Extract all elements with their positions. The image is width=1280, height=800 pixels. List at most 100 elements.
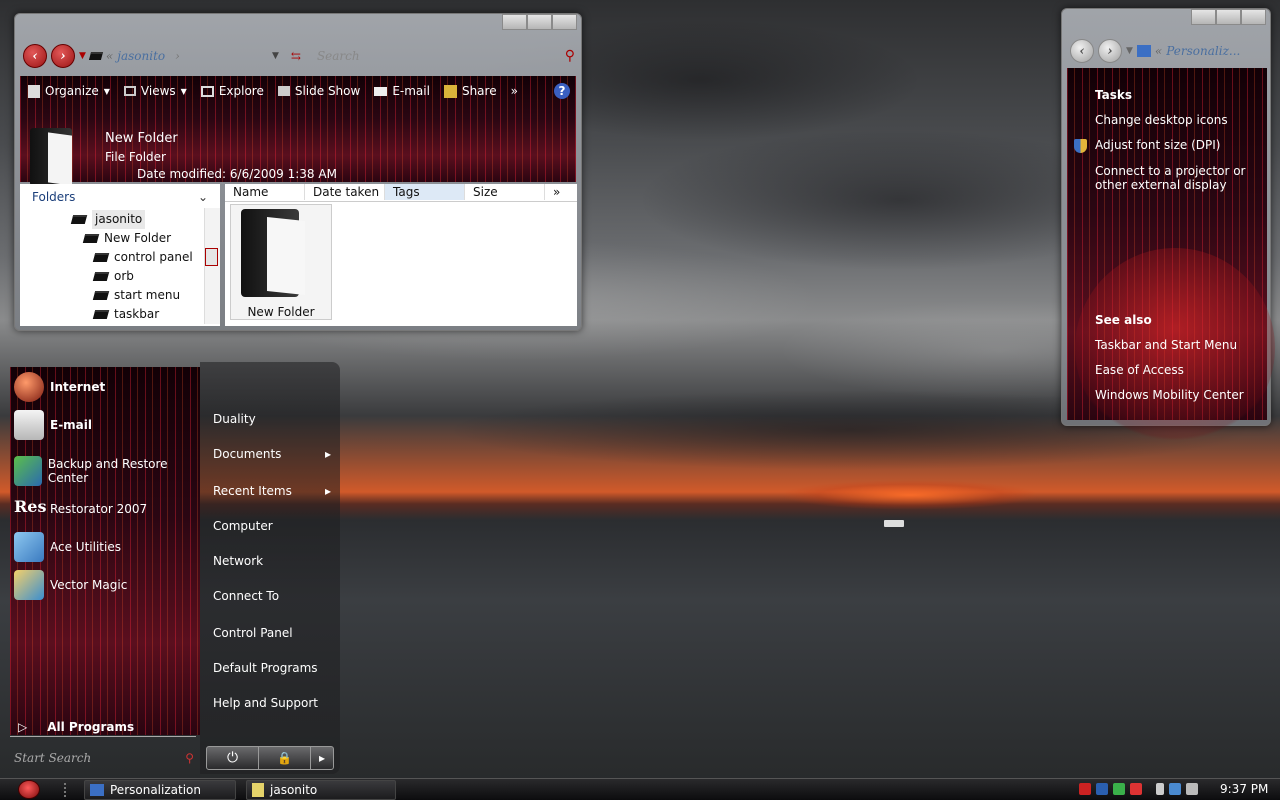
search-input[interactable]: Search	[317, 49, 360, 63]
place-documents[interactable]: Documents ▸	[213, 447, 331, 461]
pinned-label: Internet	[50, 380, 106, 394]
more-commands-button[interactable]: »	[511, 84, 518, 98]
recent-ace-utilities[interactable]: Ace Utilities	[14, 529, 121, 565]
task-adjust-font-size[interactable]: Adjust font size (DPI)	[1095, 138, 1267, 152]
column-tags[interactable]: Tags	[385, 184, 465, 200]
restorator-icon: Res	[14, 497, 47, 516]
back-button[interactable]: ‹	[23, 44, 47, 68]
taskbar-button-jasonito[interactable]: jasonito	[246, 780, 396, 800]
scrollbar-thumb[interactable]	[205, 248, 218, 266]
task-connect-projector[interactable]: Connect to a projector or other external…	[1095, 164, 1267, 192]
start-search-box[interactable]: Start Search ⚲	[10, 748, 200, 768]
taskbar-button-personalization[interactable]: Personalization	[84, 780, 236, 800]
clock[interactable]: 9:37 PM	[1220, 782, 1268, 796]
tree-item-start-menu[interactable]: start menu	[20, 286, 220, 305]
place-duality[interactable]: Duality	[213, 412, 331, 426]
chevron-down-icon: ⌄	[197, 190, 208, 204]
place-default-programs[interactable]: Default Programs	[213, 661, 331, 675]
minimize-button[interactable]	[502, 14, 527, 30]
place-computer[interactable]: Computer	[213, 519, 331, 533]
tasks-heading: Tasks	[1095, 88, 1133, 102]
folder-icon	[82, 234, 100, 243]
lock-button[interactable]: 🔒	[259, 747, 311, 769]
network-icon[interactable]	[1169, 783, 1181, 795]
column-size[interactable]: Size	[465, 184, 545, 200]
sunset-glow	[780, 480, 1040, 510]
recent-vector-magic[interactable]: Vector Magic	[14, 567, 127, 603]
tree-scrollbar[interactable]	[204, 208, 220, 324]
close-button[interactable]	[552, 14, 577, 30]
path-arrow-icon[interactable]: ›	[175, 49, 180, 63]
place-network[interactable]: Network	[213, 554, 331, 568]
antivirus-icon[interactable]	[1079, 783, 1091, 795]
tree-item-jasonito[interactable]: jasonito	[20, 210, 220, 229]
tree-item-taskbar[interactable]: taskbar	[20, 305, 220, 324]
tree-label: New Folder	[104, 231, 172, 245]
power-button[interactable]: ⏻	[207, 747, 259, 769]
more-columns-icon[interactable]: »	[545, 184, 560, 200]
place-help-support[interactable]: Help and Support	[213, 696, 331, 710]
close-button[interactable]	[1241, 9, 1266, 25]
explore-button[interactable]: Explore	[200, 84, 264, 98]
volume-icon[interactable]	[1186, 783, 1198, 795]
file-item-label: New Folder	[247, 305, 315, 319]
app-tray-icon[interactable]	[1130, 783, 1142, 795]
column-name[interactable]: Name	[225, 184, 305, 200]
address-dropdown-icon[interactable]: ▼	[272, 51, 279, 61]
organize-button[interactable]: Organize ▼	[28, 84, 110, 98]
refresh-icon[interactable]: ⇆	[291, 49, 301, 63]
shutdown-options-button[interactable]: ▸	[311, 747, 333, 769]
link-ease-of-access[interactable]: Ease of Access	[1095, 363, 1267, 377]
all-programs-button[interactable]: ▷ All Programs	[10, 717, 196, 737]
folder-icon	[92, 253, 110, 262]
caption-buttons	[1191, 9, 1266, 25]
dropdown-arrow-icon: ▼	[103, 86, 110, 96]
column-date-taken[interactable]: Date taken	[305, 184, 385, 200]
system-tray	[1074, 783, 1198, 795]
place-control-panel[interactable]: Control Panel	[213, 626, 331, 640]
maximize-button[interactable]	[527, 14, 552, 30]
address-path[interactable]: jasonito	[117, 49, 165, 63]
battery-icon[interactable]	[1156, 783, 1164, 795]
quick-launch-grip[interactable]	[64, 783, 70, 797]
forward-button[interactable]: ›	[1098, 39, 1122, 63]
link-mobility-center[interactable]: Windows Mobility Center	[1095, 388, 1267, 402]
file-item-new-folder[interactable]: New Folder	[230, 204, 332, 320]
slideshow-button[interactable]: Slide Show	[277, 84, 360, 98]
slideshow-icon	[277, 86, 290, 96]
place-connect-to[interactable]: Connect To	[213, 589, 331, 603]
back-button[interactable]: ‹	[1070, 39, 1094, 63]
help-icon[interactable]: ?	[554, 83, 570, 99]
tree-item-orb[interactable]: orb	[20, 267, 220, 286]
recent-restorator[interactable]: Res Restorator 2007	[14, 491, 147, 527]
email-button[interactable]: E-mail	[374, 84, 430, 98]
task-change-desktop-icons[interactable]: Change desktop icons	[1095, 113, 1267, 127]
place-recent-items[interactable]: Recent Items ▸	[213, 484, 331, 498]
views-button[interactable]: Views ▼	[123, 84, 187, 98]
pinned-email[interactable]: E-mail	[14, 407, 92, 443]
forward-button[interactable]: ›	[51, 44, 75, 68]
share-button[interactable]: Share	[443, 84, 497, 98]
v-icon[interactable]	[1096, 783, 1108, 795]
tree-item-control-panel[interactable]: control panel	[20, 248, 220, 267]
start-orb[interactable]	[18, 780, 40, 799]
pinned-internet[interactable]: Internet	[14, 369, 105, 405]
folder-icon	[92, 272, 110, 281]
recent-pages-icon[interactable]: ▼	[1126, 46, 1133, 56]
explorer-window[interactable]: ‹ › ▼ « jasonito › ▼ ⇆ Search ⚲ Organize…	[14, 13, 582, 331]
recent-pages-icon[interactable]: ▼	[79, 51, 86, 61]
tree-item-new-folder[interactable]: New Folder	[20, 229, 220, 248]
search-icon[interactable]: ⚲	[565, 48, 575, 64]
link-taskbar-start-menu[interactable]: Taskbar and Start Menu	[1095, 338, 1267, 352]
details-folder-icon	[30, 128, 72, 186]
folder-icon	[88, 52, 103, 60]
tree-label: jasonito	[92, 210, 146, 229]
folder-icon	[92, 291, 110, 300]
recent-backup-restore[interactable]: Backup and Restore Center	[14, 453, 200, 489]
address-path[interactable]: Personaliz...	[1166, 44, 1240, 58]
place-label: Recent Items	[213, 484, 292, 498]
folders-pane-header[interactable]: Folders ⌄	[20, 184, 220, 208]
minimize-button[interactable]	[1191, 9, 1216, 25]
maximize-button[interactable]	[1216, 9, 1241, 25]
meter-icon[interactable]	[1113, 783, 1125, 795]
